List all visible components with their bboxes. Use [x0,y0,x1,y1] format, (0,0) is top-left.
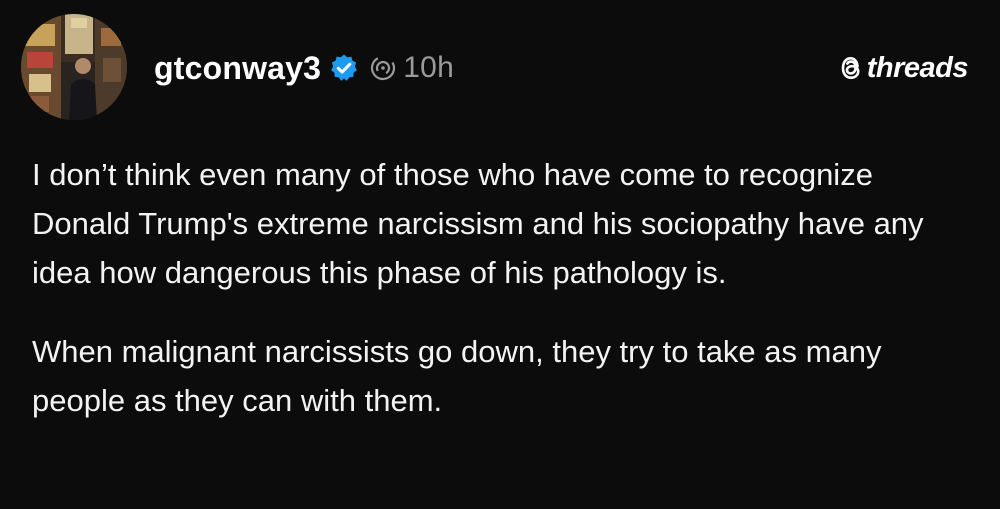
fediverse-icon [369,54,397,82]
threads-wordmark: threads [866,51,969,84]
post-timestamp: 10h [403,51,455,84]
post-header: gtconway3 10h threads [20,14,980,124]
threads-brand[interactable]: threads [838,48,969,88]
avatar-image [21,14,127,120]
post-paragraph: I don’t think even many of those who hav… [32,157,924,290]
username[interactable]: gtconway3 [154,50,321,87]
post-meta: gtconway3 10h [154,46,454,90]
verified-badge-icon [329,53,359,83]
avatar[interactable] [21,14,127,120]
post-body: I don’t think even many of those who hav… [32,150,977,425]
threads-logo-icon [838,54,864,82]
post-paragraph: When malignant narcissists go down, they… [32,334,882,418]
threads-post: gtconway3 10h threads I don’t think even… [0,0,1000,509]
